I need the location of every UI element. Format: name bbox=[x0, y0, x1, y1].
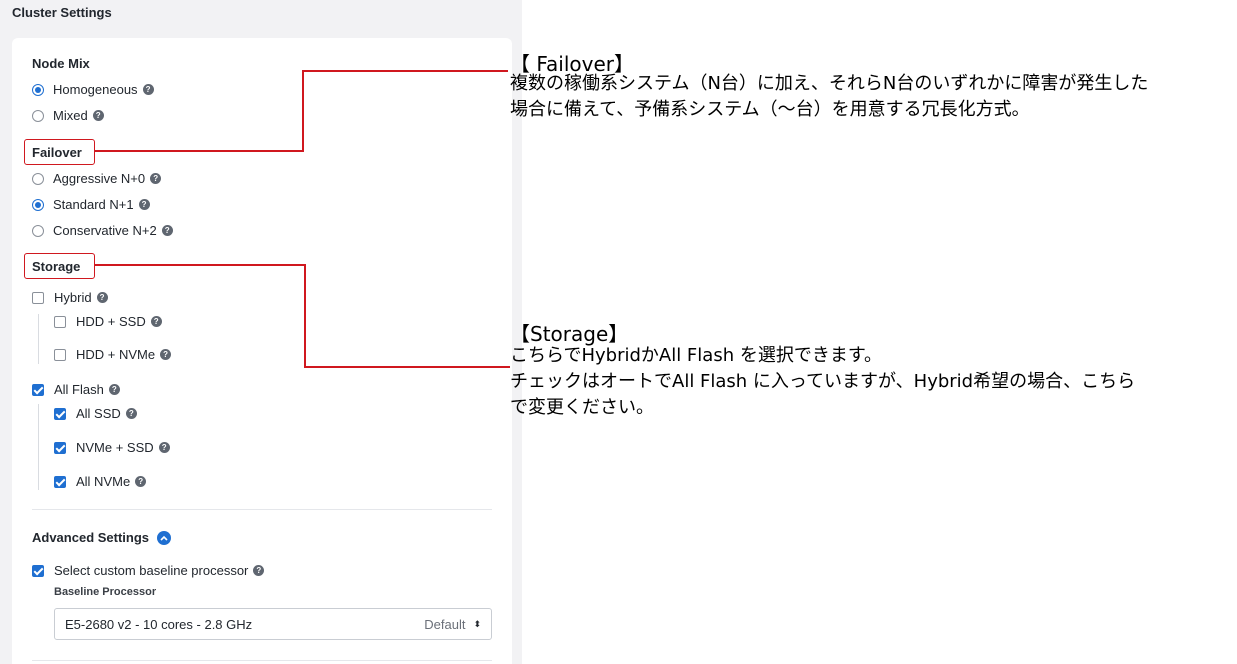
radio-icon[interactable] bbox=[32, 109, 44, 122]
radio-standard[interactable]: Standard N+1 ? bbox=[32, 197, 150, 212]
checkbox-label: All Flash bbox=[54, 382, 104, 397]
chevron-up-icon[interactable] bbox=[157, 530, 172, 545]
failover-connector-h1 bbox=[95, 150, 303, 152]
radio-icon[interactable] bbox=[32, 224, 44, 237]
flash-group-line bbox=[38, 404, 39, 490]
baseline-processor-label: Baseline Processor bbox=[54, 586, 157, 598]
failover-heading: Failover bbox=[32, 145, 82, 160]
help-icon[interactable]: ? bbox=[253, 565, 265, 576]
radio-selected-icon[interactable] bbox=[32, 83, 44, 96]
section-divider bbox=[32, 509, 492, 510]
checkbox-hdd-ssd[interactable]: HDD + SSD ? bbox=[54, 314, 162, 329]
checkbox-all-ssd[interactable]: All SSD ? bbox=[54, 406, 137, 421]
checkbox-label: HDD + SSD bbox=[76, 314, 146, 329]
radio-label: Standard N+1 bbox=[53, 197, 134, 212]
radio-icon[interactable] bbox=[32, 172, 44, 185]
help-icon[interactable]: ? bbox=[138, 199, 150, 210]
storage-heading: Storage bbox=[32, 259, 81, 274]
radio-label: Homogeneous bbox=[53, 82, 138, 97]
checkbox-label: NVMe + SSD bbox=[76, 440, 154, 455]
radio-label: Conservative N+2 bbox=[53, 223, 157, 238]
checkbox-all-nvme[interactable]: All NVMe ? bbox=[54, 474, 147, 489]
checkbox-icon[interactable] bbox=[32, 291, 44, 304]
checkbox-all-flash[interactable]: All Flash ? bbox=[32, 382, 120, 397]
select-default-tag: Default bbox=[424, 616, 466, 632]
failover-annotation-line: 複数の稼働系システム（N台）に加え、それらN台のいずれかに障害が発生した bbox=[510, 73, 1149, 94]
checkbox-checked-icon[interactable] bbox=[54, 441, 66, 454]
storage-annotation-line: で変更ください。 bbox=[510, 397, 654, 418]
checkbox-checked-icon[interactable] bbox=[54, 407, 66, 420]
checkbox-label: All SSD bbox=[76, 406, 121, 421]
radio-label: Mixed bbox=[53, 108, 88, 123]
storage-connector-v bbox=[304, 264, 306, 368]
help-icon[interactable]: ? bbox=[150, 173, 162, 184]
checkbox-label: Select custom baseline processor bbox=[54, 563, 249, 578]
checkbox-checked-icon[interactable] bbox=[32, 564, 44, 577]
advanced-settings-heading: Advanced Settings bbox=[32, 530, 150, 545]
checkbox-hdd-nvme[interactable]: HDD + NVMe ? bbox=[54, 347, 172, 362]
cluster-settings-pane: Cluster Settings Node Mix Homogeneous ? … bbox=[0, 0, 522, 664]
storage-annotation-title: 【Storage】 bbox=[510, 322, 629, 346]
help-icon[interactable]: ? bbox=[108, 384, 120, 395]
checkbox-icon[interactable] bbox=[54, 348, 66, 361]
radio-selected-icon[interactable] bbox=[32, 198, 44, 211]
help-icon[interactable]: ? bbox=[92, 110, 104, 121]
radio-homogeneous[interactable]: Homogeneous ? bbox=[32, 82, 154, 97]
failover-annotation-line: 場合に備えて、予備系システム（～台）を用意する冗長化方式。 bbox=[510, 99, 1030, 120]
storage-connector-h1 bbox=[95, 264, 305, 266]
help-icon[interactable]: ? bbox=[161, 225, 173, 236]
checkbox-checked-icon[interactable] bbox=[54, 475, 66, 488]
help-icon[interactable]: ? bbox=[135, 476, 147, 487]
select-value: E5-2680 v2 - 10 cores - 2.8 GHz bbox=[65, 616, 253, 632]
failover-connector-v bbox=[302, 70, 304, 152]
advanced-settings-toggle[interactable]: Advanced Settings bbox=[32, 530, 172, 545]
node-mix-heading: Node Mix bbox=[32, 56, 90, 71]
help-icon[interactable]: ? bbox=[96, 292, 108, 303]
storage-annotation-line: チェックはオートでAll Flash に入っていますが、Hybrid希望の場合、… bbox=[510, 371, 1136, 392]
checkbox-icon[interactable] bbox=[54, 315, 66, 328]
help-icon[interactable]: ? bbox=[160, 349, 172, 360]
help-icon[interactable]: ? bbox=[158, 442, 170, 453]
storage-connector-h2 bbox=[304, 366, 510, 368]
checkbox-nvme-ssd[interactable]: NVMe + SSD ? bbox=[54, 440, 170, 455]
failover-connector-h2 bbox=[302, 70, 508, 72]
checkbox-label: HDD + NVMe bbox=[76, 347, 156, 362]
radio-aggressive[interactable]: Aggressive N+0 ? bbox=[32, 171, 162, 186]
checkbox-label: All NVMe bbox=[76, 474, 131, 489]
help-icon[interactable]: ? bbox=[150, 316, 162, 327]
storage-annotation-line: こちらでHybridかAll Flash を選択できます。 bbox=[510, 345, 883, 366]
section-divider bbox=[32, 660, 492, 661]
radio-label: Aggressive N+0 bbox=[53, 171, 146, 186]
hybrid-group-line bbox=[38, 314, 39, 364]
help-icon[interactable]: ? bbox=[142, 84, 154, 95]
up-down-arrows-icon: ⬍ bbox=[473, 618, 481, 629]
checkbox-custom-processor[interactable]: Select custom baseline processor ? bbox=[32, 563, 265, 578]
radio-mixed[interactable]: Mixed ? bbox=[32, 108, 104, 123]
checkbox-hybrid[interactable]: Hybrid ? bbox=[32, 290, 108, 305]
checkbox-label: Hybrid bbox=[54, 290, 92, 305]
checkbox-checked-icon[interactable] bbox=[32, 383, 44, 396]
radio-conservative[interactable]: Conservative N+2 ? bbox=[32, 223, 173, 238]
help-icon[interactable]: ? bbox=[125, 408, 137, 419]
baseline-processor-select[interactable]: E5-2680 v2 - 10 cores - 2.8 GHz Default … bbox=[54, 608, 492, 640]
pane-title: Cluster Settings bbox=[12, 5, 112, 20]
